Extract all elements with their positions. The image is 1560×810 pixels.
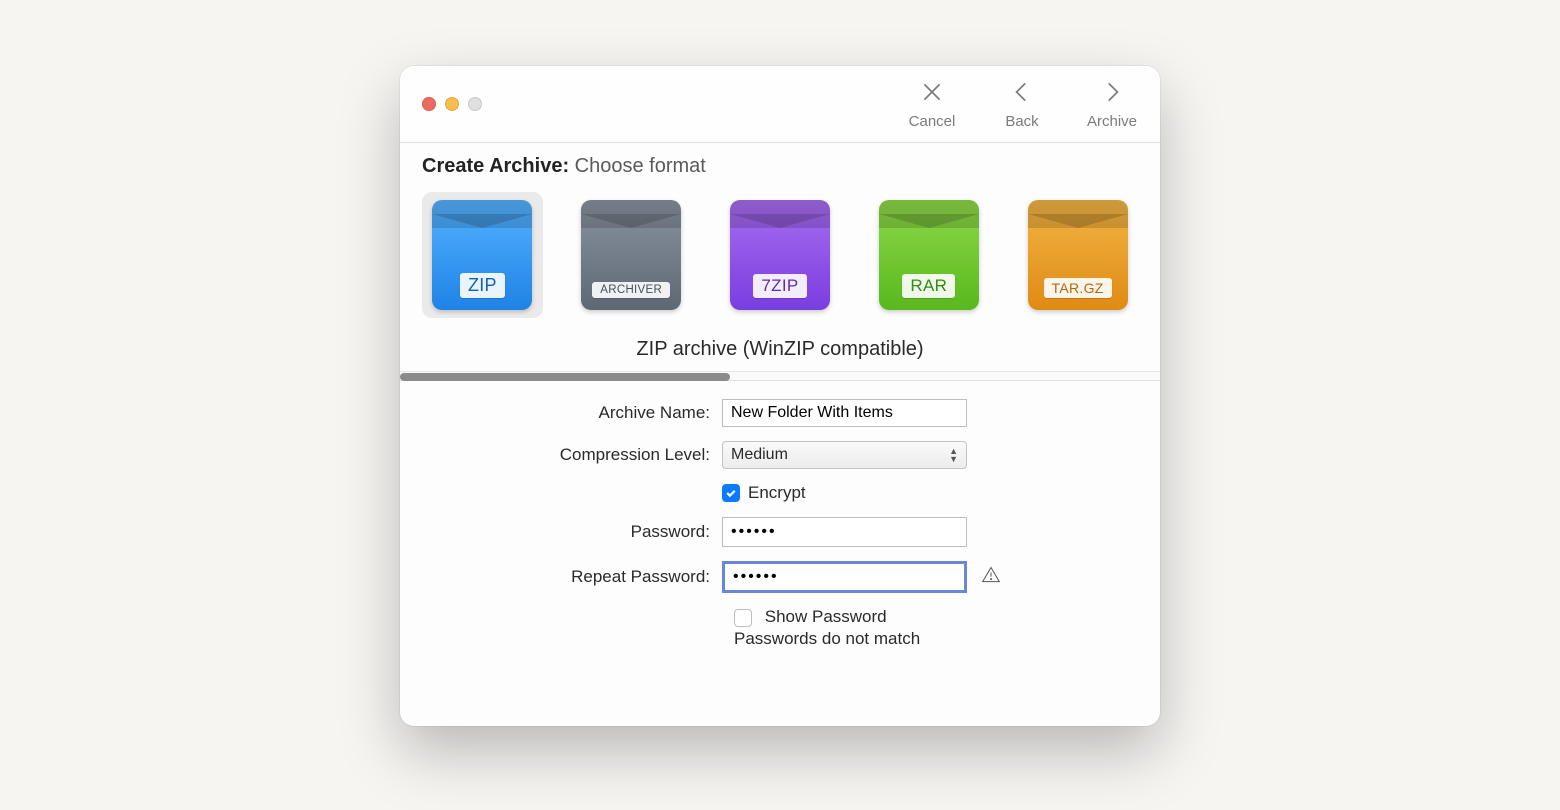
- format-option-rar[interactable]: RAR: [868, 192, 989, 318]
- compression-level-label: Compression Level:: [422, 445, 722, 465]
- titlebar: Cancel Back Archive: [400, 66, 1160, 143]
- compression-level-select[interactable]: Medium ▲▼: [722, 441, 967, 469]
- warning-icon: [981, 565, 1001, 590]
- targz-folder-icon: TAR.GZ: [1028, 200, 1128, 310]
- minimize-window-button[interactable]: [445, 97, 459, 111]
- zip-folder-icon: ZIP: [432, 200, 532, 310]
- format-tag: ARCHIVER: [592, 282, 670, 298]
- archive-label: Archive: [1087, 113, 1137, 130]
- format-option-targz[interactable]: TAR.GZ: [1017, 192, 1138, 318]
- compression-level-value: Medium: [731, 446, 788, 464]
- create-archive-window: Cancel Back Archive Create Archive: Choo…: [400, 66, 1160, 726]
- encrypt-checkbox[interactable]: [722, 484, 740, 502]
- scrollbar-thumb[interactable]: [400, 373, 730, 381]
- zoom-window-button[interactable]: [468, 97, 482, 111]
- archive-name-label: Archive Name:: [422, 403, 722, 423]
- toolbar-actions: Cancel Back Archive: [902, 79, 1142, 130]
- format-option-zip[interactable]: ZIP: [422, 192, 543, 318]
- format-description: ZIP archive (WinZIP compatible): [400, 332, 1160, 371]
- chevron-left-icon: [1009, 79, 1035, 109]
- cancel-button[interactable]: Cancel: [902, 79, 962, 130]
- password-input[interactable]: [722, 517, 967, 547]
- password-mismatch-error: Passwords do not match: [734, 629, 1138, 649]
- format-option-archiver[interactable]: ARCHIVER: [571, 192, 692, 318]
- format-list: ZIP ARCHIVER 7ZIP RAR TAR.GZ: [400, 186, 1160, 332]
- archive-button[interactable]: Archive: [1082, 79, 1142, 130]
- x-icon: [919, 79, 945, 109]
- show-password-label: Show Password: [765, 607, 887, 626]
- format-tag: RAR: [902, 274, 955, 298]
- sevenzip-folder-icon: 7ZIP: [730, 200, 830, 310]
- close-window-button[interactable]: [422, 97, 436, 111]
- archive-form: Archive Name: Compression Level: Medium …: [400, 381, 1160, 661]
- chevron-right-icon: [1099, 79, 1125, 109]
- back-button[interactable]: Back: [992, 79, 1052, 130]
- back-label: Back: [1005, 113, 1038, 130]
- format-option-7zip[interactable]: 7ZIP: [720, 192, 841, 318]
- archiver-folder-icon: ARCHIVER: [581, 200, 681, 310]
- repeat-password-label: Repeat Password:: [422, 567, 722, 587]
- archive-name-input[interactable]: [722, 399, 967, 427]
- show-password-checkbox[interactable]: [734, 609, 752, 627]
- heading-light: Choose format: [575, 155, 706, 177]
- cancel-label: Cancel: [909, 113, 956, 130]
- format-tag: 7ZIP: [753, 274, 806, 298]
- repeat-password-input[interactable]: [722, 561, 967, 593]
- password-label: Password:: [422, 522, 722, 542]
- window-controls: [422, 97, 482, 111]
- format-tag: TAR.GZ: [1044, 278, 1112, 298]
- format-tag: ZIP: [460, 273, 505, 298]
- rar-folder-icon: RAR: [879, 200, 979, 310]
- page-heading: Create Archive: Choose format: [400, 143, 1160, 186]
- heading-strong: Create Archive:: [422, 155, 569, 177]
- format-scrollbar[interactable]: [400, 371, 1160, 381]
- updown-icon: ▲▼: [949, 447, 958, 463]
- encrypt-label: Encrypt: [748, 483, 806, 503]
